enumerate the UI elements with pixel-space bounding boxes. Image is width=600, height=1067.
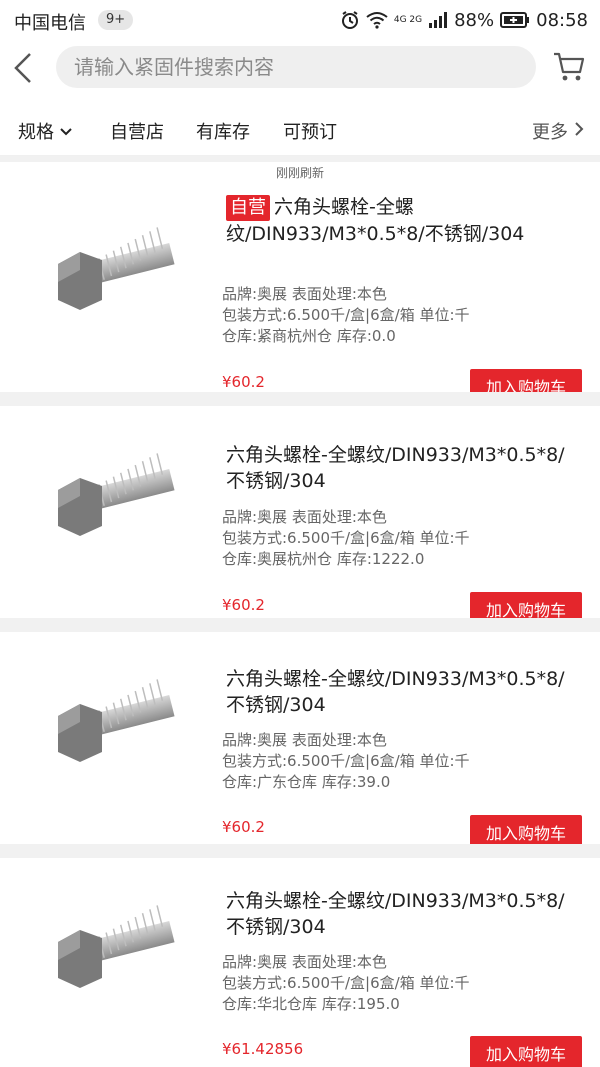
product-spec-brand: 品牌:奥展 表面处理:本色 (222, 508, 387, 526)
status-bar: 中国电信 9+ 4G 2G 88% 08:58 (0, 0, 600, 40)
product-title-text: 六角头螺栓-全螺纹/DIN933/M3*0.5*8/不锈钢/304 (226, 668, 565, 716)
filter-bar: 规格 自营店 有库存 可预订 更多 (0, 106, 600, 156)
chevron-down-icon (60, 121, 72, 142)
section-divider (0, 156, 600, 162)
filter-self-operated[interactable]: 自营店 (110, 118, 164, 144)
product-card[interactable]: 六角头螺栓-全螺纹/DIN933/M3*0.5*8/不锈钢/304 品牌:奥展 … (0, 858, 600, 1067)
alarm-icon (340, 10, 360, 30)
product-spec-packaging: 包装方式:6.500千/盒|6盒/箱 单位:千 (222, 306, 470, 324)
bolt-image (44, 890, 184, 1010)
product-spec-brand: 品牌:奥展 表面处理:本色 (222, 731, 387, 749)
status-right-cluster: 4G 2G 88% 08:58 (340, 8, 588, 32)
carrier-label: 中国电信 (14, 13, 86, 34)
product-title-text: 六角头螺栓-全螺纹/DIN933/M3*0.5*8/不锈钢/304 (226, 196, 525, 245)
filter-spec-label: 规格 (18, 122, 54, 143)
product-spec-packaging: 包装方式:6.500千/盒|6盒/箱 单位:千 (222, 529, 470, 547)
product-title[interactable]: 六角头螺栓-全螺纹/DIN933/M3*0.5*8/不锈钢/304 (226, 442, 576, 494)
back-button[interactable] (10, 50, 38, 86)
bolt-image (44, 212, 184, 332)
chevron-right-icon (574, 121, 584, 142)
product-title-text: 六角头螺栓-全螺纹/DIN933/M3*0.5*8/不锈钢/304 (226, 444, 565, 492)
add-to-cart-button[interactable]: 加入购物车 (470, 1036, 582, 1067)
product-spec-warehouse: 仓库:广东仓库 库存:39.0 (222, 773, 391, 791)
battery-charging-icon (500, 11, 530, 29)
cart-icon[interactable] (552, 48, 586, 84)
product-price: ¥60.2 (222, 818, 265, 836)
card-separator (0, 844, 600, 858)
product-card[interactable]: 六角头螺栓-全螺纹/DIN933/M3*0.5*8/不锈钢/304 品牌:奥展 … (0, 632, 600, 853)
refresh-note: 刚刚刷新 (275, 166, 324, 180)
product-spec-warehouse: 仓库:奥展杭州仓 库存:1222.0 (222, 550, 425, 568)
product-title[interactable]: 六角头螺栓-全螺纹/DIN933/M3*0.5*8/不锈钢/304 (226, 666, 576, 718)
notification-badge: 9+ (98, 10, 134, 30)
filter-preorder-label: 可预订 (283, 122, 337, 143)
filter-preorder[interactable]: 可预订 (283, 118, 337, 144)
product-spec-packaging: 包装方式:6.500千/盒|6盒/箱 单位:千 (222, 752, 470, 770)
search-input[interactable] (74, 46, 514, 88)
bolt-image (44, 438, 184, 558)
product-card[interactable]: 六角头螺栓-全螺纹/DIN933/M3*0.5*8/不锈钢/304 品牌:奥展 … (0, 406, 600, 630)
product-card[interactable]: 自营 六角头螺栓-全螺纹/DIN933/M3*0.5*8/不锈钢/304 品牌:奥… (0, 180, 600, 407)
filter-in-stock[interactable]: 有库存 (196, 118, 250, 144)
product-price: ¥61.42856 (222, 1040, 304, 1058)
product-spec-brand: 品牌:奥展 表面处理:本色 (222, 285, 387, 303)
card-separator (0, 618, 600, 632)
product-price: ¥60.2 (222, 596, 265, 614)
search-header (0, 40, 600, 96)
self-operated-badge: 自营 (226, 195, 270, 221)
filter-in-stock-label: 有库存 (196, 122, 250, 143)
product-price: ¥60.2 (222, 373, 265, 391)
filter-more[interactable]: 更多 (532, 118, 584, 144)
battery-percent: 88% (454, 9, 495, 31)
filter-self-operated-label: 自营店 (110, 122, 164, 143)
card-separator (0, 392, 600, 406)
product-title[interactable]: 六角头螺栓-全螺纹/DIN933/M3*0.5*8/不锈钢/304 (226, 888, 576, 940)
network-type-label: 4G 2G (393, 14, 423, 25)
signal-icon (428, 11, 448, 29)
filter-spec[interactable]: 规格 (18, 118, 72, 144)
bolt-image (44, 664, 184, 784)
search-box[interactable] (56, 46, 536, 88)
clock-time: 08:58 (536, 9, 588, 31)
product-spec-brand: 品牌:奥展 表面处理:本色 (222, 953, 387, 971)
product-spec-warehouse: 仓库:紧商杭州仓 库存:0.0 (222, 327, 396, 345)
product-title[interactable]: 自营 六角头螺栓-全螺纹/DIN933/M3*0.5*8/不锈钢/304 (226, 194, 576, 247)
product-title-text: 六角头螺栓-全螺纹/DIN933/M3*0.5*8/不锈钢/304 (226, 890, 565, 938)
product-spec-warehouse: 仓库:华北仓库 库存:195.0 (222, 995, 400, 1013)
filter-more-label: 更多 (532, 122, 568, 143)
product-spec-packaging: 包装方式:6.500千/盒|6盒/箱 单位:千 (222, 974, 470, 992)
wifi-icon (366, 11, 388, 29)
